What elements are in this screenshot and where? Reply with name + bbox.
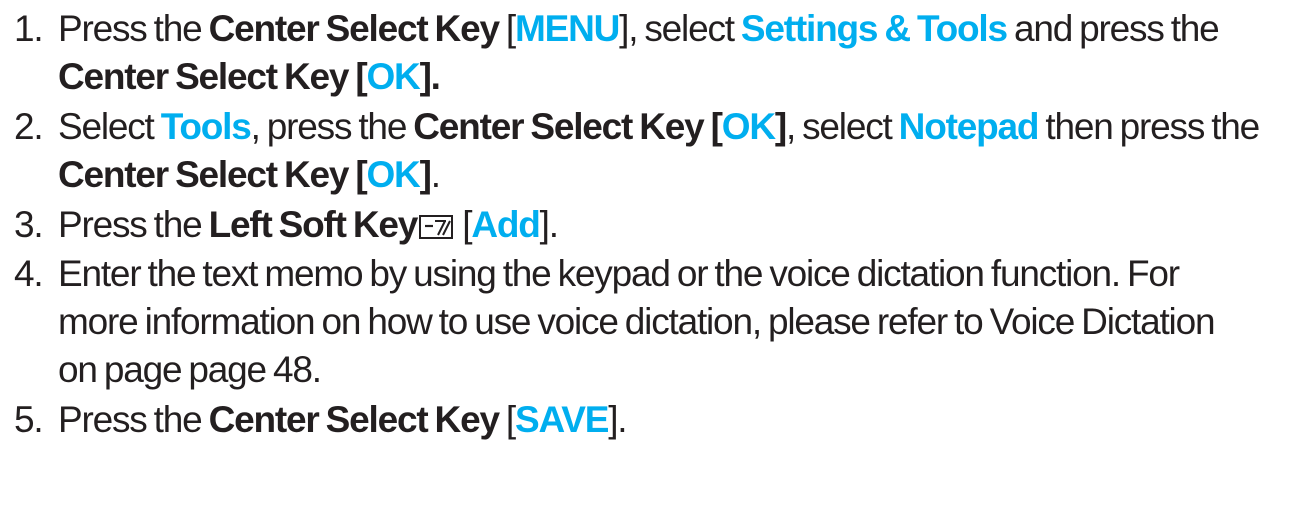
step-text: Select bbox=[58, 106, 161, 147]
step-number: 3. bbox=[14, 204, 44, 245]
step-number: 4. bbox=[14, 253, 44, 294]
step-2-continuation: Center Select Key [OK]. bbox=[58, 151, 441, 199]
key-label: OK bbox=[721, 106, 776, 147]
step-4-continuation-2: on page page 48. bbox=[58, 346, 322, 394]
step-2: 2. Select Tools, press the Center Select … bbox=[14, 103, 1304, 151]
step-text: ] bbox=[774, 106, 787, 147]
step-3: 3. Press the Left Soft Key [Add]. bbox=[14, 201, 1304, 249]
key-label: OK bbox=[366, 56, 420, 97]
step-text: Press the bbox=[58, 204, 209, 245]
step-text: ]. bbox=[608, 399, 627, 440]
menu-item-label: Tools bbox=[160, 106, 252, 147]
step-4: 4. Enter the text memo by using the keypa… bbox=[14, 250, 1304, 298]
step-5: 5. Press the Center Select Key [SAVE]. bbox=[14, 396, 1304, 444]
menu-item-label: Notepad bbox=[898, 106, 1040, 147]
step-text: ], select bbox=[619, 8, 741, 49]
key-name: Center Select Key bbox=[208, 399, 500, 440]
step-text: Enter the text memo by using the keypad … bbox=[58, 253, 1180, 294]
key-label: Add bbox=[471, 204, 541, 245]
step-1-continuation: Center Select Key [OK]. bbox=[58, 53, 441, 101]
key-name: Center Select Key [ bbox=[413, 106, 723, 147]
key-label: MENU bbox=[515, 8, 620, 49]
left-soft-key-icon bbox=[419, 215, 454, 239]
step-text: Press the bbox=[58, 8, 209, 49]
step-text: on page page 48. bbox=[58, 349, 322, 390]
key-name: Center Select Key bbox=[58, 56, 349, 97]
step-text: [ bbox=[348, 56, 367, 97]
step-4-continuation-1: more information on how to use voice dic… bbox=[58, 298, 1216, 346]
step-text: . bbox=[430, 154, 441, 195]
step-text: ]. bbox=[539, 204, 559, 245]
step-text: then press the bbox=[1038, 106, 1260, 147]
key-label: OK bbox=[366, 154, 420, 195]
step-text: ] bbox=[419, 154, 432, 195]
step-text: ]. bbox=[419, 56, 441, 97]
step-text: and press the bbox=[1006, 8, 1220, 49]
step-text: , select bbox=[785, 106, 899, 147]
step-number: 5. bbox=[14, 399, 44, 440]
step-text: [ bbox=[498, 8, 516, 49]
step-text: more information on how to use voice dic… bbox=[58, 301, 1216, 342]
key-name: Center Select Key bbox=[208, 8, 500, 49]
step-text: , press the bbox=[250, 106, 414, 147]
instruction-list: 1. Press the Center Select Key [MENU], se… bbox=[0, 0, 1314, 520]
step-number: 1. bbox=[14, 8, 44, 49]
step-text: [ bbox=[455, 204, 472, 245]
key-name: Left Soft Key bbox=[208, 204, 419, 245]
step-text: Press the bbox=[58, 399, 209, 440]
step-number: 2. bbox=[14, 106, 44, 147]
key-label: SAVE bbox=[515, 399, 609, 440]
key-name: Center Select Key [ bbox=[58, 154, 368, 195]
menu-item-label: Settings & Tools bbox=[740, 8, 1008, 49]
step-text: [ bbox=[498, 399, 516, 440]
step-1: 1. Press the Center Select Key [MENU], se… bbox=[14, 5, 1304, 53]
